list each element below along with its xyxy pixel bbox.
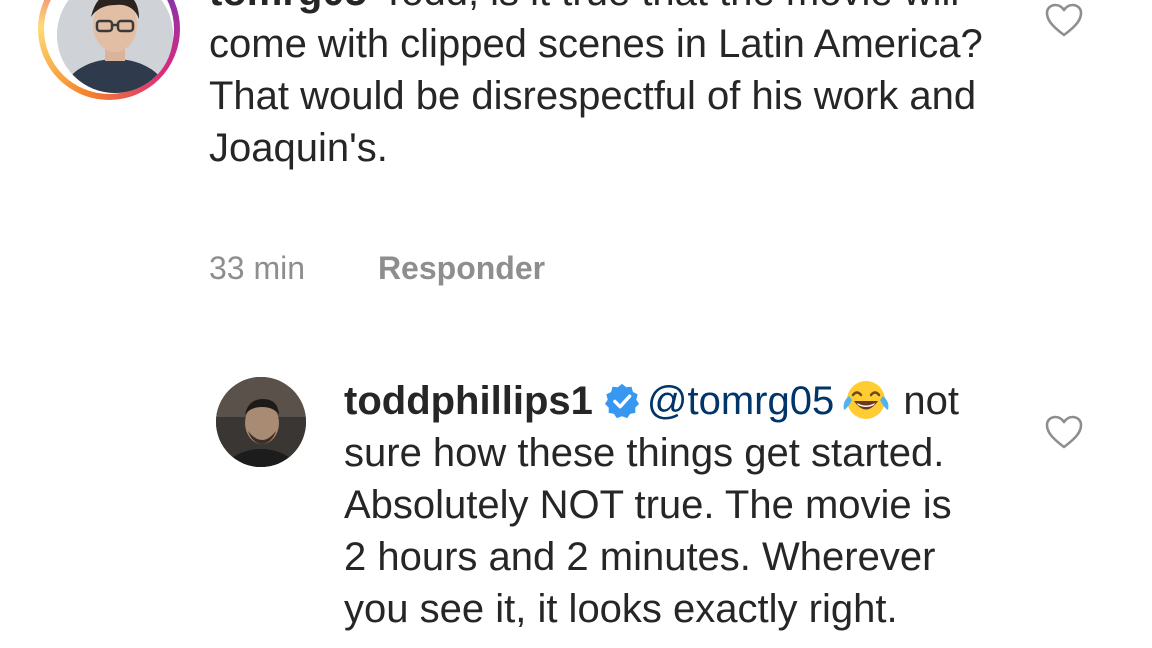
reply-button[interactable]: Responder (378, 250, 545, 286)
heart-icon[interactable] (1044, 414, 1084, 450)
comment-body: tomrg05 Todd, is it true that the movie … (209, 0, 1029, 174)
comment-text: Todd, is it true that the movie will com… (209, 0, 983, 170)
avatar-tomrg05[interactable] (57, 0, 173, 93)
reply-body: toddphillips1 @tomrg05 not sure how thes… (344, 375, 984, 635)
comments-screen: tomrg05 Todd, is it true that the movie … (0, 0, 1152, 648)
avatar-image (216, 377, 306, 467)
comment-timestamp: 33 min (209, 250, 306, 286)
verified-badge-icon (603, 382, 641, 420)
reply-username[interactable]: toddphillips1 (344, 379, 593, 423)
story-ring[interactable] (38, 0, 180, 100)
comment-username[interactable]: tomrg05 (209, 0, 367, 14)
mention-link[interactable]: @tomrg05 (647, 379, 834, 423)
avatar-toddphillips1[interactable] (216, 377, 306, 467)
tears-of-joy-emoji-icon (840, 378, 892, 422)
heart-icon[interactable] (1044, 2, 1084, 38)
avatar-image (57, 0, 173, 93)
comment-meta: 33 min Responder (209, 248, 545, 288)
